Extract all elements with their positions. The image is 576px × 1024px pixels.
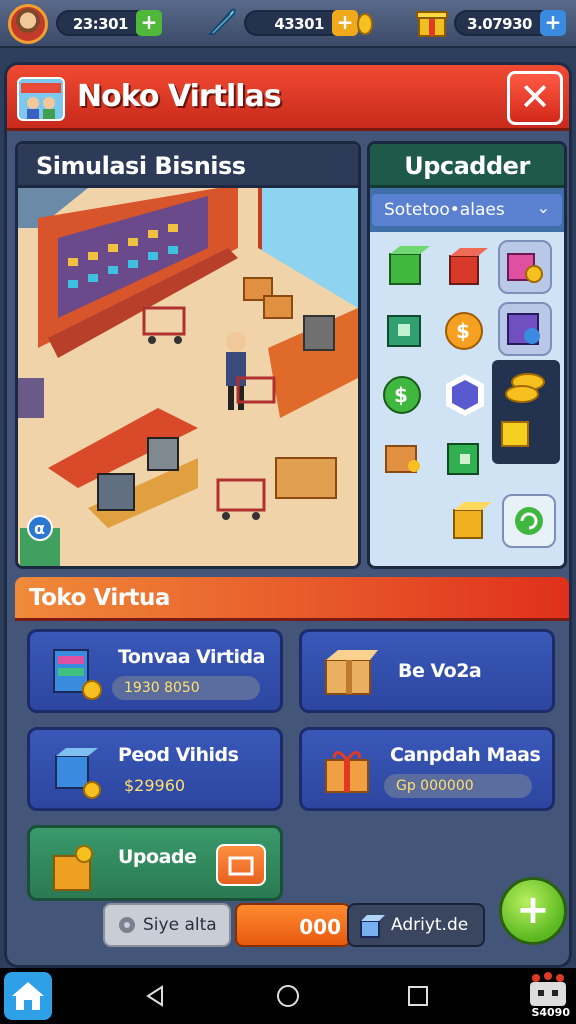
back-icon[interactable] xyxy=(144,984,168,1008)
counter-display: 000 xyxy=(235,903,351,947)
section-title: Toko Virtua xyxy=(29,585,170,611)
upgrade-item-gift[interactable] xyxy=(498,240,552,294)
upgrade-item-red-cube[interactable] xyxy=(438,242,492,296)
close-button[interactable]: ✕ xyxy=(507,71,563,125)
gold-block-icon xyxy=(53,845,93,891)
add-resource-1-button[interactable]: + xyxy=(136,10,162,36)
item-price: 1930 8050 xyxy=(112,676,260,700)
item-card-tonvaa[interactable]: Tonvaa Virtida 1930 8050 xyxy=(27,629,283,713)
upgrade-item-teal-box[interactable] xyxy=(378,304,432,358)
gift-box-icon xyxy=(325,751,369,793)
home-app-button[interactable] xyxy=(4,972,52,1020)
resource-2-value: 43301 xyxy=(274,15,324,33)
refresh-icon xyxy=(515,507,543,535)
upgrade-item-orange-box[interactable] xyxy=(378,432,432,486)
app-badge-text: S4090 xyxy=(531,1006,570,1019)
upgrade-items-grid: $ $ xyxy=(370,232,564,566)
coin-icon xyxy=(357,13,373,35)
chevron-down-icon: ⌄ xyxy=(536,198,550,217)
upgrades-panel: Upcadder Sotetoo•alaes ⌄ $ $ xyxy=(367,141,567,569)
counter-value: 000 xyxy=(299,915,341,939)
store-illustration[interactable]: α xyxy=(18,188,358,566)
resource-3-value: 3.07930 xyxy=(467,15,532,33)
add-button[interactable]: Adriyt.de xyxy=(347,903,485,947)
upgrade-item-gold-coins[interactable] xyxy=(492,360,560,464)
item-card-canpdah[interactable]: Canpdah Maas Gp 000000 xyxy=(299,727,555,811)
feather-icon xyxy=(207,8,236,35)
house-icon xyxy=(12,982,44,1010)
item-price: $29960 xyxy=(124,776,186,795)
store-panel: Noko Virtllas ✕ Simulasi Bisniss α Upcad… xyxy=(4,62,572,968)
item-name: Be Vo2a xyxy=(398,660,482,682)
page-title: Noko Virtllas xyxy=(77,79,282,114)
floating-add-button[interactable]: + xyxy=(499,877,567,945)
stats-label: Siye alta xyxy=(143,915,217,935)
stats-button[interactable]: Siye alta xyxy=(103,903,231,947)
store-scene: Simulasi Bisniss α xyxy=(15,141,361,569)
shop-logo-icon xyxy=(17,77,65,121)
upgrade-action-button[interactable] xyxy=(216,844,266,886)
gear-icon xyxy=(119,917,135,933)
upgrade-item-purple-box[interactable] xyxy=(498,302,552,356)
item-card-bevo[interactable]: Be Vo2a xyxy=(299,629,555,713)
scene-header: Simulasi Bisniss xyxy=(18,144,358,188)
upgrade-item-green-cube[interactable] xyxy=(378,242,432,296)
item-name: Upoade xyxy=(118,846,197,868)
system-navigation-bar: S4090 xyxy=(0,968,576,1024)
gift-icon xyxy=(416,11,448,37)
item-name: Peod Vihids xyxy=(118,744,239,766)
section-header: Toko Virtua xyxy=(15,577,569,621)
item-price: Gp 000000 xyxy=(384,774,532,798)
upgrade-item-coin[interactable]: $ xyxy=(438,304,492,358)
home-icon[interactable] xyxy=(276,984,300,1008)
add-resource-2-button[interactable]: + xyxy=(332,10,358,36)
blue-cube-icon xyxy=(55,748,101,799)
recent-apps-icon[interactable] xyxy=(406,984,430,1008)
upgrade-item-green-box[interactable] xyxy=(438,432,492,486)
upgrade-category-dropdown[interactable]: Sotetoo•alaes ⌄ xyxy=(372,194,562,226)
scene-badge[interactable]: α xyxy=(34,519,45,538)
package-icon xyxy=(360,915,385,938)
upgrade-item-dollar-coin[interactable]: $ xyxy=(378,368,432,422)
panel-header: Noko Virtllas ✕ xyxy=(7,65,569,131)
scene-title: Simulasi Bisniss xyxy=(36,152,246,180)
refresh-upgrades-button[interactable] xyxy=(502,494,556,548)
resource-bar: 23:301 + 43301 + 3.07930 + xyxy=(0,0,576,48)
player-avatar[interactable] xyxy=(8,4,48,44)
item-name: Tonvaa Virtida xyxy=(118,646,265,668)
add-resource-3-button[interactable]: + xyxy=(540,10,566,36)
upgrade-item-hex[interactable] xyxy=(438,368,492,422)
box-icon xyxy=(325,650,378,695)
upgrades-header: Upcadder xyxy=(370,144,564,188)
item-card-peod[interactable]: Peod Vihids $29960 xyxy=(27,727,283,811)
svg-text:$: $ xyxy=(456,319,470,343)
upgrades-title: Upcadder xyxy=(404,152,530,180)
resource-counter-3: 3.07930 + xyxy=(454,10,566,36)
dropdown-label: Sotetoo•alaes xyxy=(384,200,505,220)
resource-counter-2: 43301 + xyxy=(244,10,358,36)
add-label: Adriyt.de xyxy=(391,915,469,935)
resource-counter-1: 23:301 + xyxy=(56,10,162,36)
shelf-icon xyxy=(53,649,102,700)
box-outline-icon xyxy=(228,856,254,876)
upgrade-item-yellow-cube[interactable] xyxy=(444,496,498,550)
item-name: Canpdah Maas xyxy=(390,744,541,766)
svg-text:$: $ xyxy=(394,383,408,407)
resource-1-value: 23:301 xyxy=(72,15,129,33)
item-card-upgrade[interactable]: Upoade xyxy=(27,825,283,901)
